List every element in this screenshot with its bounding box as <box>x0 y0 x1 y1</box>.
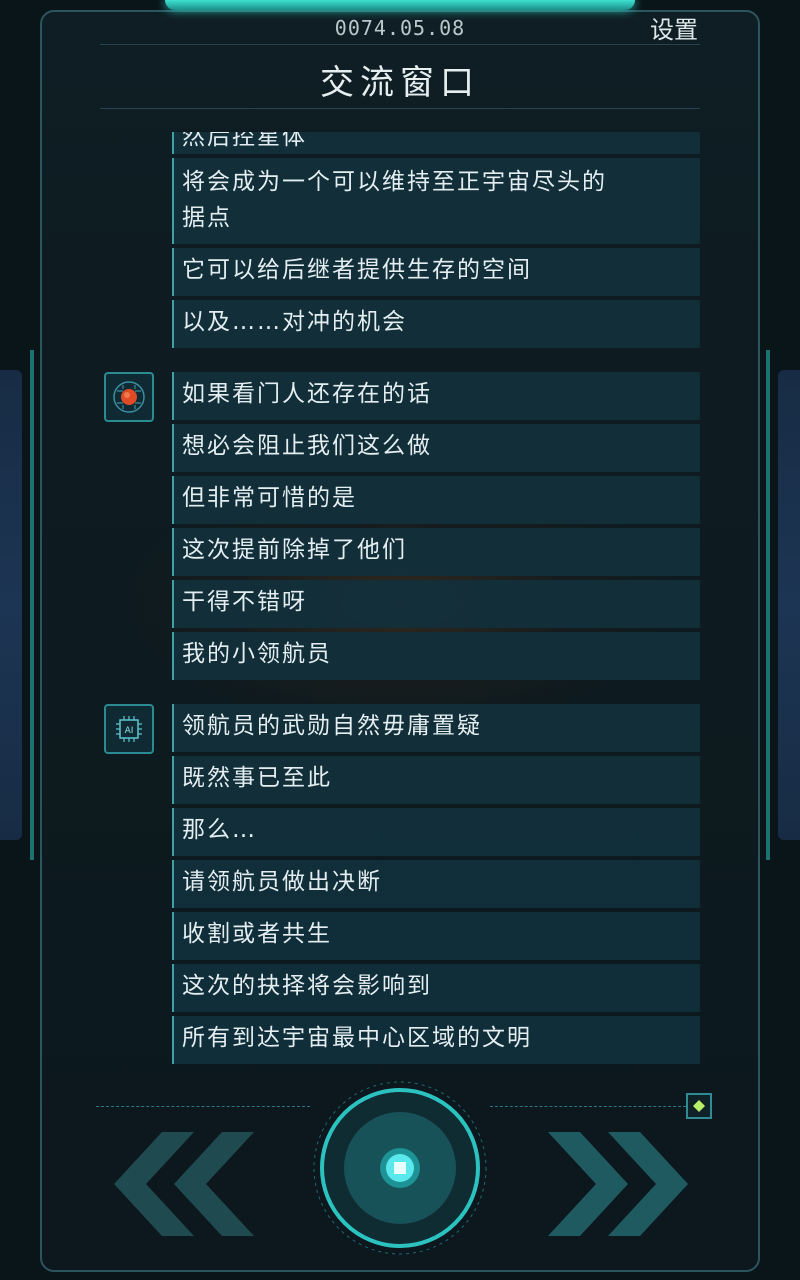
chat-bubble: 领航员的武勋自然毋庸置疑 <box>172 704 700 752</box>
chat-bubble: 请领航员做出决断 <box>172 860 700 908</box>
chat-bubble: 将会成为一个可以维持至正宇宙尽头的 据点 <box>172 158 700 244</box>
bottom-divider-right <box>490 1106 686 1107</box>
chat-bubble: 这次提前除掉了他们 <box>172 528 700 576</box>
date-display: 0074.05.08 <box>334 16 466 40</box>
left-rail <box>30 350 34 860</box>
chat-bubble: 那么… <box>172 808 700 856</box>
header-divider-bottom <box>100 108 700 109</box>
chat-bubble: 如果看门人还存在的话 <box>172 372 700 420</box>
ai-chip-avatar: AI <box>104 704 154 754</box>
ai-chip-icon: AI <box>116 716 142 742</box>
page-title: 交流窗口 <box>320 63 480 103</box>
chat-bubble: 然后控星体 <box>172 132 700 154</box>
chat-bubble: 我的小领航员 <box>172 632 700 680</box>
chat-bubble: 既然事已至此 <box>172 756 700 804</box>
header-divider-top <box>100 44 700 45</box>
top-glow-bar <box>165 0 635 10</box>
chat-bubble: 想必会阻止我们这么做 <box>172 424 700 472</box>
diamond-icon <box>693 1100 705 1112</box>
chat-bubble: 所有到达宇宙最中心区域的文明 <box>172 1016 700 1064</box>
double-chevron-left-icon[interactable] <box>106 1128 256 1240</box>
brain-circuit-avatar <box>104 372 154 422</box>
chat-bubble: 收割或者共生 <box>172 912 700 960</box>
chat-bubble: 但非常可惜的是 <box>172 476 700 524</box>
right-side-panel <box>778 370 800 840</box>
chat-bubble: 它可以给后继者提供生存的空间 <box>172 248 700 296</box>
chat-bubble: 这次的抉择将会影响到 <box>172 964 700 1012</box>
right-rail <box>766 350 770 860</box>
diamond-button[interactable] <box>686 1093 712 1119</box>
double-chevron-right-icon[interactable] <box>544 1128 694 1240</box>
square-dot-icon <box>394 1162 406 1174</box>
svg-text:AI: AI <box>125 726 134 736</box>
bottom-divider-left <box>96 1106 310 1107</box>
brain-icon <box>113 381 145 413</box>
chat-bubble: 以及……对冲的机会 <box>172 300 700 348</box>
center-action-button[interactable] <box>310 1078 490 1258</box>
chat-bubble: 干得不错呀 <box>172 580 700 628</box>
chat-log[interactable]: 然后控星体 将会成为一个可以维持至正宇宙尽头的 据点 它可以给后继者提供生存的空间… <box>100 132 700 1072</box>
settings-button[interactable]: 设置 <box>650 10 698 45</box>
left-side-panel <box>0 370 22 840</box>
